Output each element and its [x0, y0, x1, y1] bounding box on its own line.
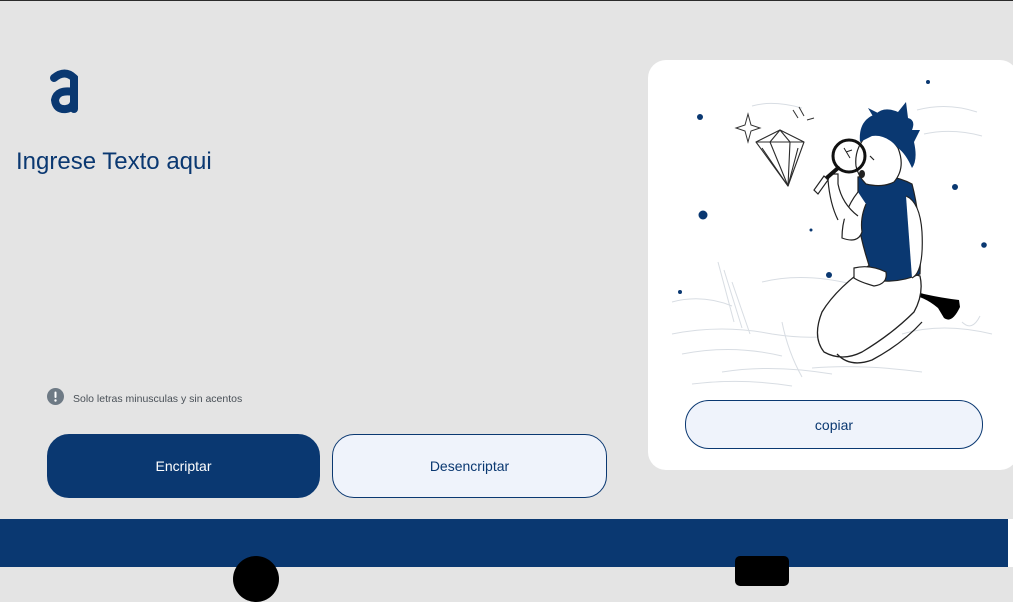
decrypt-button[interactable]: Desencriptar: [332, 434, 607, 498]
window-top-border: [0, 0, 1013, 1]
person-with-magnifier-icon: [662, 72, 1007, 397]
info-circle-icon: [47, 388, 64, 410]
copy-button[interactable]: copiar: [685, 400, 983, 449]
github-icon[interactable]: [233, 556, 279, 602]
encrypt-button[interactable]: Encriptar: [47, 434, 320, 498]
hint-text: Solo letras minusculas y sin acentos: [73, 393, 243, 405]
footer: [0, 519, 1008, 602]
alura-a-logo-icon[interactable]: [48, 68, 82, 114]
hint-row: Solo letras minusculas y sin acentos: [47, 388, 242, 410]
linkedin-icon[interactable]: [735, 556, 789, 586]
output-card: copiar: [648, 60, 1013, 470]
footer-edge: [1008, 519, 1013, 567]
text-input[interactable]: [16, 148, 616, 368]
